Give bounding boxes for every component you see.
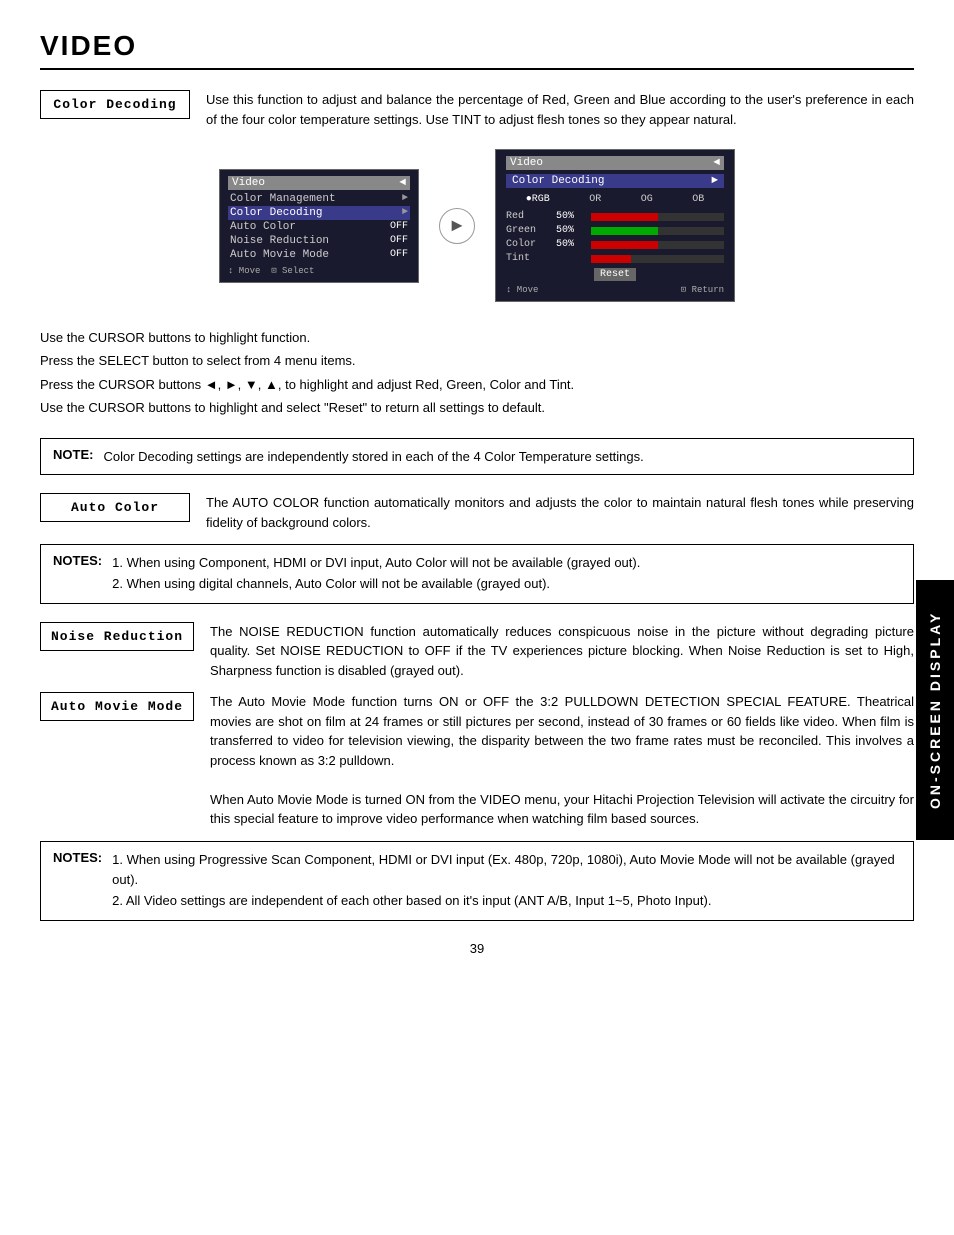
menu2-row-green: Green 50%	[506, 225, 724, 236]
auto-movie-mode-description: The Auto Movie Mode function turns ON or…	[210, 692, 914, 829]
menu2-reset-button: Reset	[594, 268, 636, 281]
auto-color-notes-label: NOTES:	[53, 553, 102, 568]
arrow-between-menus: ►	[439, 208, 475, 244]
menu-screenshot-2: Video ◄ Color Decoding► ●RGB OR OG OB Re…	[495, 149, 735, 302]
menu1-item-color-management: Color Management►	[228, 192, 410, 206]
auto-color-notes-box: NOTES: 1. When using Component, HDMI or …	[40, 544, 914, 604]
menu-screenshot-1: Video ◄ Color Management► Color Decoding…	[219, 169, 419, 283]
note-box: NOTE: Color Decoding settings are indepe…	[40, 438, 914, 476]
menu2-title: Video ◄	[506, 156, 724, 170]
color-decoding-description: Use this function to adjust and balance …	[206, 90, 914, 129]
instruction-1: Use the CURSOR buttons to highlight func…	[40, 326, 914, 349]
sidebar-tab: ON-SCREEN DISPLAY	[916, 580, 954, 840]
auto-color-description: The AUTO COLOR function automatically mo…	[206, 493, 914, 532]
menu2-row-red: Red 50%	[506, 211, 724, 222]
menu1-item-noise-reduction: Noise ReductionOFF	[228, 234, 410, 248]
auto-color-label: Auto Color	[40, 493, 190, 522]
noise-reduction-block: Noise Reduction The NOISE REDUCTION func…	[40, 622, 914, 681]
noise-reduction-label: Noise Reduction	[40, 622, 194, 651]
menu1-title: Video ◄	[228, 176, 410, 190]
menu-screenshots: Video ◄ Color Management► Color Decoding…	[40, 149, 914, 302]
menu2-row-tint: Tint	[506, 253, 724, 264]
menu2-row-color: Color 50%	[506, 239, 724, 250]
auto-movie-note-1: 1. When using Progressive Scan Component…	[112, 850, 901, 892]
auto-movie-notes-label: NOTES:	[53, 850, 102, 865]
color-decoding-block: Color Decoding Use this function to adju…	[40, 90, 914, 129]
page-number: 39	[40, 941, 914, 956]
menu2-footer: ↕ Move ⊡ Return	[506, 285, 724, 295]
auto-color-note-2: 2. When using digital channels, Auto Col…	[112, 574, 901, 595]
menu1-item-auto-movie-mode: Auto Movie ModeOFF	[228, 248, 410, 262]
auto-movie-mode-label: Auto Movie Mode	[40, 692, 194, 721]
instruction-2: Press the SELECT button to select from 4…	[40, 349, 914, 372]
note-label: NOTE:	[53, 447, 93, 462]
instruction-3: Press the CURSOR buttons ◄, ►, ▼, ▲, to …	[40, 373, 914, 396]
auto-movie-mode-block: Auto Movie Mode The Auto Movie Mode func…	[40, 692, 914, 829]
auto-color-block: Auto Color The AUTO COLOR function autom…	[40, 493, 914, 532]
auto-color-note-1: 1. When using Component, HDMI or DVI inp…	[112, 553, 901, 574]
instructions-block: Use the CURSOR buttons to highlight func…	[40, 326, 914, 420]
menu1-footer: ↕ Move ⊡ Select	[228, 266, 410, 276]
noise-reduction-description: The NOISE REDUCTION function automatical…	[210, 622, 914, 681]
instruction-4: Use the CURSOR buttons to highlight and …	[40, 396, 914, 419]
auto-movie-note-2: 2. All Video settings are independent of…	[112, 891, 901, 912]
auto-movie-desc-2: When Auto Movie Mode is turned ON from t…	[210, 790, 914, 829]
forward-arrow-icon: ►	[439, 208, 475, 244]
color-decoding-label: Color Decoding	[40, 90, 190, 119]
note-text: Color Decoding settings are independentl…	[103, 447, 901, 467]
auto-movie-desc-1: The Auto Movie Mode function turns ON or…	[210, 692, 914, 770]
auto-color-notes-content: 1. When using Component, HDMI or DVI inp…	[112, 553, 901, 595]
page-title: VIDEO	[40, 30, 914, 70]
menu1-item-auto-color: Auto ColorOFF	[228, 220, 410, 234]
auto-movie-notes-content: 1. When using Progressive Scan Component…	[112, 850, 901, 912]
menu1-item-color-decoding: Color Decoding►	[228, 206, 410, 220]
menu2-options: ●RGB OR OG OB	[506, 194, 724, 205]
menu2-subtitle: Color Decoding►	[506, 174, 724, 188]
auto-movie-notes-box: NOTES: 1. When using Progressive Scan Co…	[40, 841, 914, 921]
